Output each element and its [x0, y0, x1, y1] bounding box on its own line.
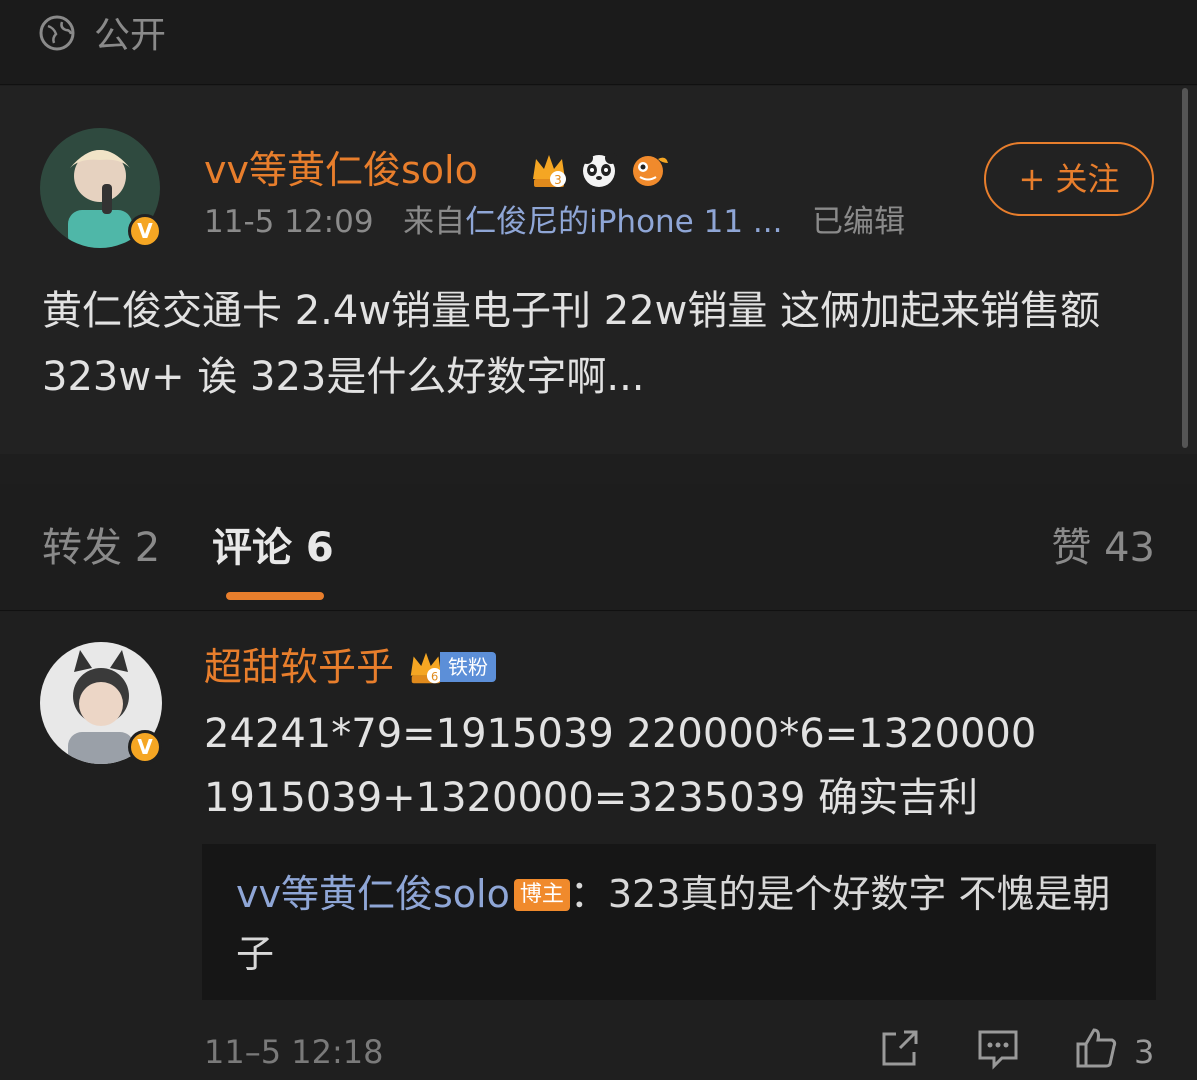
tab-repost[interactable]: 转发 2 [42, 522, 160, 574]
visibility-bar: 公开 [0, 0, 1197, 85]
post-edited-label: 已编辑 [812, 204, 906, 240]
fan-badge: 6 铁粉 [406, 647, 497, 687]
post-text: 黄仁俊交通卡 2.4w销量电子刊 22w销量 这俩加起来销售额 323w+ 诶 … [42, 288, 1101, 400]
share-icon[interactable] [878, 1026, 922, 1070]
verified-badge-icon: V [128, 730, 162, 764]
fan-tag: 铁粉 [440, 652, 497, 682]
panda-icon [581, 152, 617, 187]
comment-text: 24241*79=1915039 220000*6=1320000 191503… [204, 711, 1037, 821]
comment-like-count: 3 [1134, 1033, 1155, 1071]
reply-author[interactable]: vv等黄仁俊solo [236, 872, 510, 916]
verified-badge-icon: V [128, 214, 162, 248]
tab-comment[interactable]: 评论 6 [212, 522, 334, 574]
fish-icon [633, 156, 668, 186]
scrollbar[interactable] [1182, 88, 1188, 448]
post-meta: 11-5 12:09 来自仁俊尼的iPhone 11 ... 已编辑 [204, 200, 905, 244]
like-icon[interactable] [1074, 1026, 1118, 1070]
commenter-name[interactable]: 超甜软乎乎 [204, 642, 394, 692]
post-source-prefix: 来自 [403, 204, 466, 240]
reply-box[interactable]: vv等黄仁俊solo 博主 ：323真的是个好数字 不愧是朝子 [202, 844, 1156, 1000]
globe-icon [39, 15, 75, 51]
comment-icon[interactable] [976, 1026, 1020, 1070]
host-tag: 博主 [513, 879, 570, 911]
fan-level: 6 [431, 669, 438, 683]
active-tab-indicator [226, 592, 324, 600]
visibility-label: 公开 [94, 15, 167, 56]
author-badges: 3 [528, 146, 670, 194]
svg-text:3: 3 [554, 173, 562, 187]
post-source[interactable]: 仁俊尼的iPhone 11 ... [465, 204, 782, 240]
interaction-tabs: 转发 2 评论 6 赞 43 [0, 484, 1197, 611]
commenter-row: 超甜软乎乎 6 铁粉 [204, 642, 497, 692]
tab-like[interactable]: 赞 43 [1051, 522, 1155, 574]
follow-button[interactable]: + 关注 [984, 142, 1154, 216]
post-card: V vv等黄仁俊solo 3 11-5 12:09 来自仁俊尼的iPhone 1… [0, 86, 1197, 454]
reply-content: vv等黄仁俊solo 博主 ：323真的是个好数字 不愧是朝子 [236, 864, 1116, 984]
post-author-name[interactable]: vv等黄仁俊solo [204, 146, 478, 194]
comment-item: V 超甜软乎乎 6 铁粉 24241*79=1915039 220000*6=1… [0, 612, 1197, 1080]
post-time: 11-5 12:09 [204, 204, 374, 240]
crown-level-badge-icon: 3 [533, 155, 566, 187]
reply-separator: ： [569, 872, 608, 916]
comment-time: 11–5 12:18 [204, 1033, 384, 1071]
